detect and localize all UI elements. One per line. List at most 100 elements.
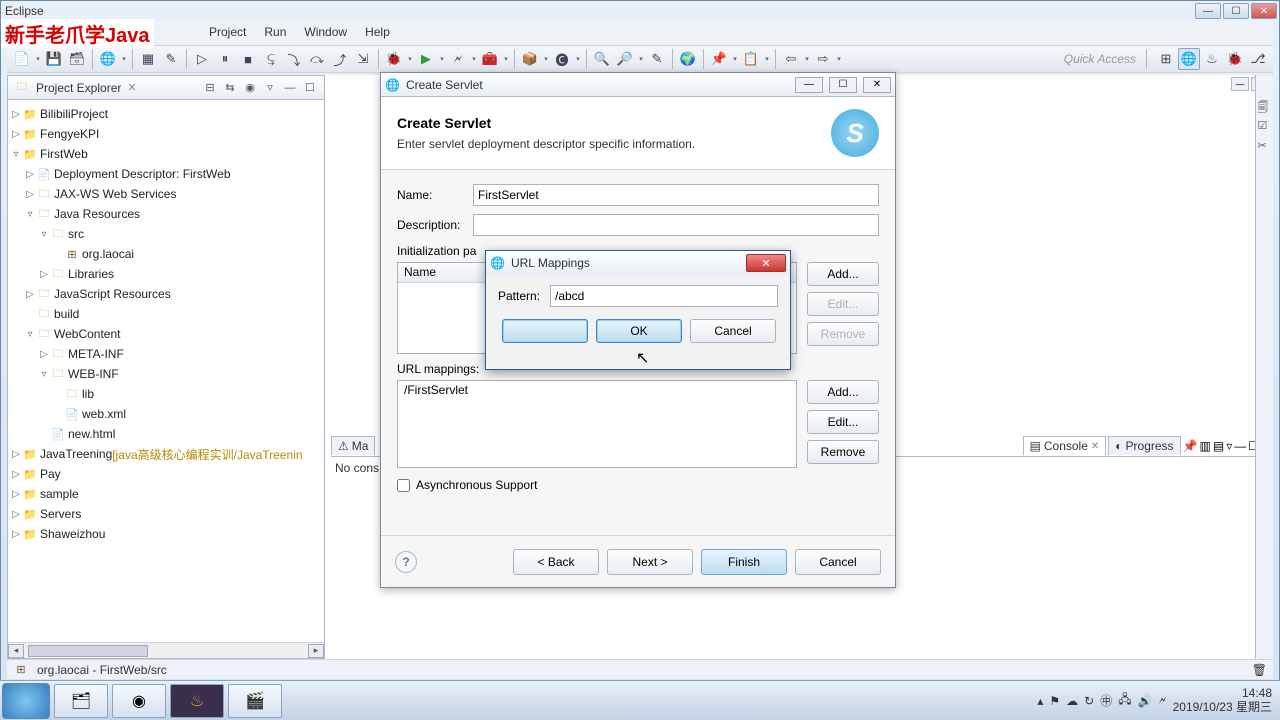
pin-console-icon[interactable]: 📌	[1183, 439, 1198, 453]
start-button[interactable]	[2, 683, 50, 719]
tree-item[interactable]: ▷📁FengyeKPI	[10, 124, 322, 144]
minimize-view-icon[interactable]: —	[282, 80, 298, 96]
twistie-icon[interactable]: ▿	[38, 229, 50, 240]
tree-item[interactable]: ▷🗀JavaScript Resources	[10, 284, 322, 304]
twistie-icon[interactable]: ▿	[10, 149, 22, 160]
heap-status-icon[interactable]: 🗑	[1252, 663, 1267, 677]
close-icon[interactable]: ✕	[127, 81, 136, 94]
task-list-icon[interactable]: ☑	[1258, 119, 1272, 133]
init-add-button[interactable]: Add...	[807, 262, 879, 286]
dialog-minimize-button[interactable]: —	[795, 77, 823, 93]
url-edit-button[interactable]: Edit...	[807, 410, 879, 434]
dialog-maximize-button[interactable]: ☐	[829, 77, 857, 93]
focus-task-icon[interactable]: ◉	[242, 80, 258, 96]
dropdown-icon[interactable]: ▾	[120, 48, 128, 70]
new-package-icon[interactable]: 📦	[519, 48, 541, 70]
back-icon[interactable]: ⇦	[780, 48, 802, 70]
terminate-icon[interactable]: ■	[237, 48, 259, 70]
tree-item[interactable]: ▿📁FirstWeb	[10, 144, 322, 164]
forward-icon[interactable]: ⇨	[812, 48, 834, 70]
tree-item[interactable]: ▿🗀WebContent	[10, 324, 322, 344]
dropdown-icon[interactable]: ▾	[438, 48, 446, 70]
tab-markers[interactable]: ⚠Ma	[331, 436, 375, 455]
tab-console[interactable]: ▤Console✕	[1023, 436, 1107, 455]
tree-item[interactable]: ▷📄Deployment Descriptor: FirstWeb	[10, 164, 322, 184]
task-icon[interactable]: ✎	[646, 48, 668, 70]
annotation-icon[interactable]: 📋	[740, 48, 762, 70]
tree-item[interactable]: ▷📁BilibiliProject	[10, 104, 322, 124]
tree-item[interactable]: ▿🗀WEB-INF	[10, 364, 322, 384]
run-icon[interactable]: ▶	[415, 48, 437, 70]
display-console-icon[interactable]: ▥	[1200, 439, 1211, 453]
run-server-icon[interactable]: 🗲	[447, 48, 469, 70]
perspective-debug-icon[interactable]: 🐞	[1224, 48, 1246, 70]
resume-icon[interactable]: ▷	[191, 48, 213, 70]
close-button[interactable]: ✕	[1251, 3, 1277, 19]
dropdown-icon[interactable]: ▾	[835, 48, 843, 70]
taskbar-clock[interactable]: 14:48 2019/10/23 星期三	[1173, 687, 1272, 713]
cancel-button[interactable]: Cancel	[690, 319, 776, 343]
twistie-icon[interactable]: ▷	[10, 509, 22, 520]
tree-item[interactable]: ▷📁Servers	[10, 504, 322, 524]
step-over-icon[interactable]: ⤼	[306, 48, 328, 70]
twistie-icon[interactable]: ▷	[24, 289, 36, 300]
ok-button[interactable]: OK	[596, 319, 682, 343]
maximize-view-icon[interactable]: ☐	[302, 80, 318, 96]
twistie-icon[interactable]: ▷	[10, 489, 22, 500]
minimize-button[interactable]: —	[1195, 3, 1221, 19]
minimize-view-icon[interactable]: —	[1234, 439, 1246, 453]
link-editor-icon[interactable]: ⇆	[222, 80, 238, 96]
search-icon[interactable]: 🔎	[614, 48, 636, 70]
minimize-editor-icon[interactable]: —	[1231, 77, 1249, 91]
async-checkbox[interactable]	[397, 479, 410, 492]
save-icon[interactable]: 💾	[43, 48, 65, 70]
project-tree[interactable]: ▷📁BilibiliProject▷📁FengyeKPI▿📁FirstWeb▷📄…	[8, 100, 324, 642]
taskbar-app[interactable]: 🎬	[228, 684, 282, 718]
tree-item[interactable]: 📄web.xml	[10, 404, 322, 424]
dropdown-icon[interactable]: ▾	[406, 48, 414, 70]
tree-item[interactable]: ▷🗀Libraries	[10, 264, 322, 284]
tree-item[interactable]: 🗀lib	[10, 384, 322, 404]
tree-item[interactable]: ⊞org.laocai	[10, 244, 322, 264]
tree-item[interactable]: ▷🗀JAX-WS Web Services	[10, 184, 322, 204]
tree-item[interactable]: ▷📁Shaweizhou	[10, 524, 322, 544]
twistie-icon[interactable]: ▷	[24, 169, 36, 180]
twistie-icon[interactable]: ▿	[38, 369, 50, 380]
menu-window[interactable]: Window	[296, 23, 355, 41]
tray-battery-icon[interactable]: 🗲	[1159, 693, 1167, 708]
description-input[interactable]	[473, 214, 879, 236]
menu-project[interactable]: Project	[201, 23, 254, 41]
stop-icon[interactable]: ▦	[137, 48, 159, 70]
menu-run[interactable]: Run	[256, 23, 294, 41]
help-button[interactable]: ?	[395, 551, 417, 573]
debug-icon[interactable]: 🐞	[383, 48, 405, 70]
finish-button[interactable]: Finish	[701, 549, 787, 575]
url-add-button[interactable]: Add...	[807, 380, 879, 404]
quick-access[interactable]: Quick Access	[1058, 52, 1142, 66]
tray-sync-icon[interactable]: ↻	[1084, 694, 1094, 708]
dropdown-icon[interactable]: ▾	[574, 48, 582, 70]
open-console-icon[interactable]: ▤	[1213, 439, 1224, 453]
twistie-icon[interactable]: ▷	[10, 129, 22, 140]
dropdown-icon[interactable]: ▾	[763, 48, 771, 70]
dropdown-icon[interactable]: ▾	[502, 48, 510, 70]
twistie-icon[interactable]: ▷	[38, 349, 50, 360]
globe-icon[interactable]: 🌐	[97, 48, 119, 70]
tray-cloud-icon[interactable]: ☁	[1066, 694, 1078, 708]
perspective-jee-icon[interactable]: 🌐	[1178, 48, 1200, 70]
close-icon[interactable]: ✕	[1091, 441, 1099, 452]
twistie-icon[interactable]: ▿	[24, 209, 36, 220]
tree-item[interactable]: ▿🗀Java Resources	[10, 204, 322, 224]
disconnect-icon[interactable]: ⥹	[260, 48, 282, 70]
view-menu-icon[interactable]: ▿	[262, 80, 278, 96]
wand-icon[interactable]: ✎	[160, 48, 182, 70]
twistie-icon[interactable]: ▷	[10, 109, 22, 120]
next-button[interactable]: Next >	[607, 549, 693, 575]
new-icon[interactable]: 📄	[11, 48, 33, 70]
tab-progress[interactable]: ◐Progress	[1108, 436, 1180, 455]
tree-item[interactable]: ▿🗀src	[10, 224, 322, 244]
twistie-icon[interactable]: ▷	[24, 189, 36, 200]
drop-frame-icon[interactable]: ⇲	[352, 48, 374, 70]
suspend-icon[interactable]: ⏸	[214, 48, 236, 70]
dropdown-icon[interactable]: ▾	[731, 48, 739, 70]
